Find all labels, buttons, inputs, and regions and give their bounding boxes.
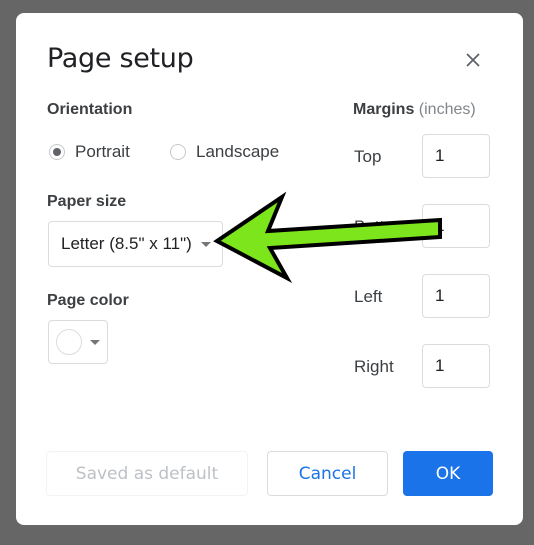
margin-top-input[interactable] (422, 134, 490, 178)
margins-label: Margins (inches) (353, 101, 476, 119)
radio-landscape[interactable]: Landscape (170, 142, 279, 162)
margin-left-input[interactable] (422, 274, 490, 318)
margin-right-label: Right (354, 357, 394, 376)
margins-unit: (inches) (418, 101, 476, 118)
margin-top-label: Top (354, 147, 382, 166)
dialog-title: Page setup (47, 43, 194, 74)
margins-title: Margins (353, 101, 415, 118)
radio-portrait-indicator[interactable] (49, 144, 65, 160)
page-setup-dialog: Page setup Orientation Portrait Landscap… (16, 13, 523, 525)
page-color-label: Page color (47, 292, 129, 309)
ok-button[interactable]: OK (403, 451, 493, 496)
orientation-label: Orientation (47, 101, 133, 118)
margin-bottom-label: Bottom (354, 217, 408, 236)
margin-bottom-input[interactable] (422, 204, 490, 248)
save-as-default-button[interactable]: Saved as default (46, 451, 248, 496)
cancel-button[interactable]: Cancel (267, 451, 388, 496)
margin-right-input[interactable] (422, 344, 490, 388)
radio-portrait[interactable]: Portrait (49, 142, 130, 162)
chevron-down-icon (200, 241, 211, 247)
radio-landscape-label: Landscape (196, 142, 280, 161)
margin-left-label: Left (354, 287, 383, 306)
chevron-down-icon (90, 339, 100, 345)
page-color-picker[interactable] (48, 320, 108, 364)
radio-landscape-indicator[interactable] (170, 144, 186, 160)
paper-size-value: Letter (8.5" x 11") (61, 234, 192, 253)
radio-portrait-label: Portrait (75, 142, 130, 161)
paper-size-label: Paper size (47, 193, 127, 210)
color-swatch (56, 329, 82, 355)
close-icon (466, 53, 480, 67)
close-button[interactable] (460, 47, 486, 73)
paper-size-select[interactable]: Letter (8.5" x 11") (48, 221, 223, 267)
